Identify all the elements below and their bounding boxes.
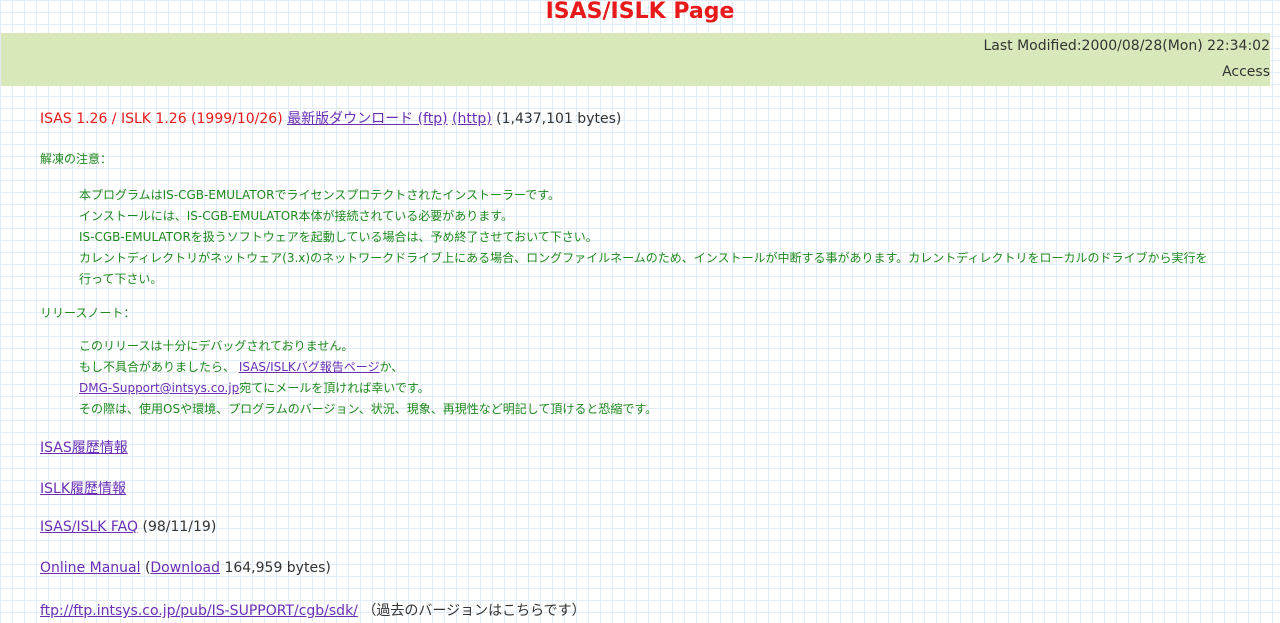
page-title: ISAS/ISLK Page (545, 0, 735, 24)
ftp-sdk-note: （過去のバージョンはこちらです） (362, 603, 586, 619)
unpack-notes-heading: 解凍の注意： (40, 152, 113, 166)
faq-date: (98/11/19) (142, 519, 217, 535)
manual-download-link[interactable]: Download (150, 560, 220, 576)
release-line: ISAS 1.26 / ISLK 1.26 (1999/10/26) 最新版ダウ… (40, 108, 621, 128)
release-note-line: その際は、使用OSや環境、プログラムのバージョン、状況、現象、再現性など明記して… (79, 402, 658, 416)
unpack-note-line: インストールには、IS-CGB-EMULATOR本体が接続されている必要がありま… (79, 209, 513, 223)
faq-link[interactable]: ISAS/ISLK FAQ (40, 519, 138, 535)
release-notes-heading: リリースノート： (40, 306, 136, 320)
release-note-text: 宛てにメールを頂ければ幸いです。 (239, 381, 430, 395)
download-http-link[interactable]: (http) (452, 111, 492, 127)
header-band: Last Modified:2000/08/28(Mon) 22:34:02 A… (1, 33, 1270, 86)
islk-history-link[interactable]: ISLK履歴情報 (40, 481, 126, 497)
ftp-sdk-link[interactable]: ftp://ftp.intsys.co.jp/pub/IS-SUPPORT/cg… (40, 603, 358, 619)
support-email-link[interactable]: DMG-Support@intsys.co.jp (79, 381, 239, 395)
unpack-note-line: 本プログラムはIS-CGB-EMULATORでライセンスプロテクトされたインスト… (79, 188, 561, 202)
online-manual-link[interactable]: Online Manual (40, 560, 140, 576)
version-text: ISAS 1.26 / ISLK 1.26 (1999/10/26) (40, 111, 283, 127)
isas-history-link[interactable]: ISAS履歴情報 (40, 440, 128, 456)
release-note-text: か、 (379, 360, 404, 374)
islk-history-row: ISLK履歴情報 (40, 478, 126, 498)
release-note-line: DMG-Support@intsys.co.jp宛てにメールを頂ければ幸いです。 (79, 379, 430, 396)
access-counter-label: Access (1222, 64, 1270, 80)
isas-history-row: ISAS履歴情報 (40, 437, 128, 457)
release-note-line: このリリースは十分にデバッグされておりません。 (79, 339, 354, 353)
bug-report-link[interactable]: ISAS/ISLKバグ報告ページ (239, 360, 380, 374)
last-modified: Last Modified:2000/08/28(Mon) 22:34:02 (983, 38, 1270, 54)
release-note-line: もし不具合がありましたら、 ISAS/ISLKバグ報告ページか、 (79, 358, 403, 375)
manual-size: 164,959 bytes) (224, 560, 331, 576)
unpack-note-line: 行って下さい。 (79, 272, 163, 286)
faq-row: ISAS/ISLK FAQ (98/11/19) (40, 519, 216, 535)
download-ftp-link[interactable]: 最新版ダウンロード (ftp) (287, 111, 447, 127)
unpack-note-line: IS-CGB-EMULATORを扱うソフトウェアを起動している場合は、予め終了さ… (79, 230, 598, 244)
manual-row: Online Manual (Download 164,959 bytes) (40, 560, 331, 576)
release-size: (1,437,101 bytes) (496, 111, 622, 127)
unpack-note-line: カレントディレクトリがネットウェア(3.x)のネットワークドライブ上にある場合、… (79, 251, 1208, 265)
release-note-text: もし不具合がありましたら、 (79, 360, 236, 374)
ftp-sdk-row: ftp://ftp.intsys.co.jp/pub/IS-SUPPORT/cg… (40, 600, 586, 620)
